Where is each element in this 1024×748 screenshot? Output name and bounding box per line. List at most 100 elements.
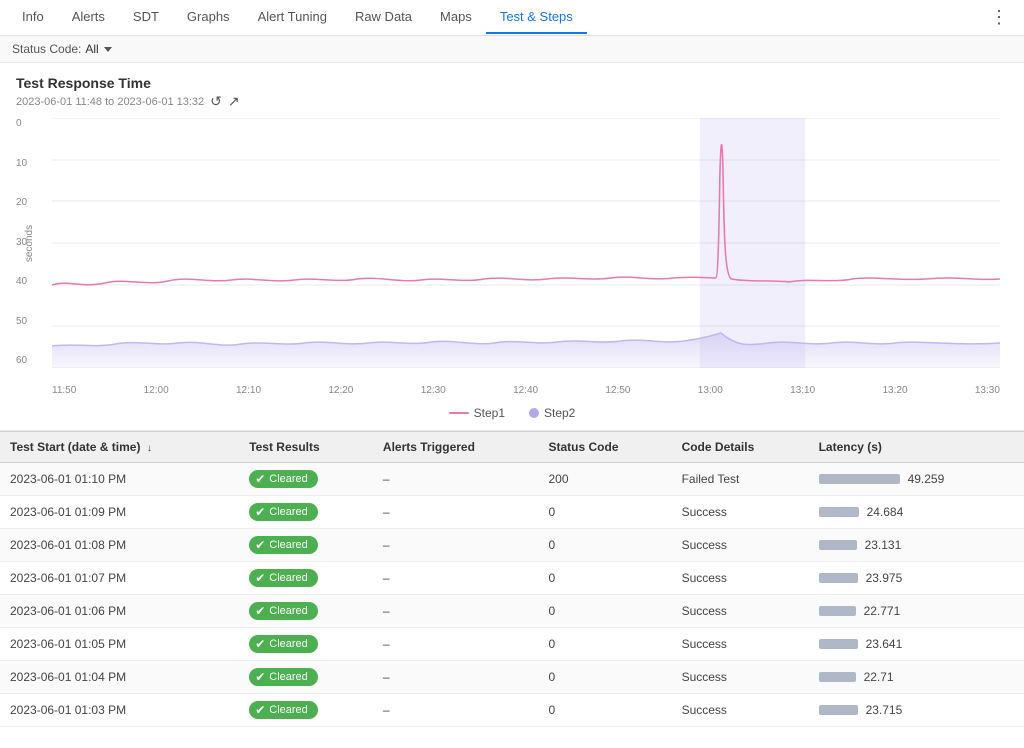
table-row[interactable]: 2023-06-01 01:10 PM ✔ Cleared – 200 Fail… xyxy=(0,463,1024,496)
cell-result: ✔ Cleared xyxy=(239,562,373,595)
tab-raw-data[interactable]: Raw Data xyxy=(341,1,426,34)
cleared-badge: ✔ Cleared xyxy=(249,470,318,488)
cell-time: 2023-06-01 01:07 PM xyxy=(0,562,239,595)
table-row[interactable]: 2023-06-01 01:04 PM ✔ Cleared – 0 Succes… xyxy=(0,661,1024,694)
expand-icon[interactable]: ↗ xyxy=(228,93,240,110)
cell-status-code: 0 xyxy=(539,496,672,529)
cell-alerts: – xyxy=(373,595,539,628)
table-section: Test Start (date & time) ↓ Test Results … xyxy=(0,431,1024,727)
status-code-filter[interactable]: All xyxy=(85,42,111,56)
cell-alerts: – xyxy=(373,562,539,595)
check-icon: ✔ xyxy=(255,703,265,717)
results-table: Test Start (date & time) ↓ Test Results … xyxy=(0,431,1024,727)
nav-tabs: Info Alerts SDT Graphs Alert Tuning Raw … xyxy=(0,0,1024,36)
table-row[interactable]: 2023-06-01 01:05 PM ✔ Cleared – 0 Succes… xyxy=(0,628,1024,661)
latency-value: 23.641 xyxy=(866,637,903,651)
cell-code-details: Failed Test xyxy=(672,463,809,496)
cell-code-details: Success xyxy=(672,694,809,727)
col-status-code: Status Code xyxy=(539,432,672,463)
legend-step2: Step2 xyxy=(529,406,575,420)
tab-info[interactable]: Info xyxy=(8,1,58,34)
cell-latency: 23.975 xyxy=(809,562,1024,595)
cell-code-details: Success xyxy=(672,628,809,661)
tab-alerts[interactable]: Alerts xyxy=(58,1,119,34)
table-row[interactable]: 2023-06-01 01:07 PM ✔ Cleared – 0 Succes… xyxy=(0,562,1024,595)
cell-result: ✔ Cleared xyxy=(239,529,373,562)
cell-time: 2023-06-01 01:09 PM xyxy=(0,496,239,529)
cell-alerts: – xyxy=(373,463,539,496)
cleared-badge: ✔ Cleared xyxy=(249,701,318,719)
latency-bar xyxy=(819,606,856,616)
cell-code-details: Success xyxy=(672,661,809,694)
cell-result: ✔ Cleared xyxy=(239,661,373,694)
cell-status-code: 0 xyxy=(539,661,672,694)
more-menu-button[interactable]: ⋮ xyxy=(982,3,1016,32)
col-code-details: Code Details xyxy=(672,432,809,463)
cell-code-details: Success xyxy=(672,595,809,628)
chart-container: 60 50 40 30 20 10 0 seconds xyxy=(16,118,1008,398)
tab-sdt[interactable]: SDT xyxy=(119,1,173,34)
cleared-badge: ✔ Cleared xyxy=(249,569,318,587)
step2-dot-icon xyxy=(529,408,539,418)
filter-value: All xyxy=(85,42,98,56)
cell-latency: 23.641 xyxy=(809,628,1024,661)
cell-result: ✔ Cleared xyxy=(239,496,373,529)
cleared-badge: ✔ Cleared xyxy=(249,503,318,521)
check-icon: ✔ xyxy=(255,604,265,618)
cell-code-details: Success xyxy=(672,529,809,562)
cell-latency: 23.715 xyxy=(809,694,1024,727)
latency-value: 24.684 xyxy=(867,505,904,519)
chart-x-labels: 11:50 12:00 12:10 12:20 12:30 12:40 12:5… xyxy=(52,370,1000,398)
check-icon: ✔ xyxy=(255,571,265,585)
cell-time: 2023-06-01 01:08 PM xyxy=(0,529,239,562)
cleared-badge: ✔ Cleared xyxy=(249,635,318,653)
chart-section: Test Response Time 2023-06-01 11:48 to 2… xyxy=(0,63,1024,431)
check-icon: ✔ xyxy=(255,670,265,684)
latency-bar xyxy=(819,705,858,715)
cell-latency: 49.259 xyxy=(809,463,1024,496)
cell-code-details: Success xyxy=(672,496,809,529)
cell-alerts: – xyxy=(373,496,539,529)
table-row[interactable]: 2023-06-01 01:09 PM ✔ Cleared – 0 Succes… xyxy=(0,496,1024,529)
cell-alerts: – xyxy=(373,661,539,694)
cleared-badge: ✔ Cleared xyxy=(249,602,318,620)
latency-value: 22.771 xyxy=(864,604,901,618)
col-alerts: Alerts Triggered xyxy=(373,432,539,463)
chevron-down-icon xyxy=(104,47,112,52)
latency-value: 23.715 xyxy=(866,703,903,717)
tab-test-steps[interactable]: Test & Steps xyxy=(486,1,587,34)
cell-latency: 23.131 xyxy=(809,529,1024,562)
tab-graphs[interactable]: Graphs xyxy=(173,1,244,34)
table-row[interactable]: 2023-06-01 01:03 PM ✔ Cleared – 0 Succes… xyxy=(0,694,1024,727)
latency-value: 23.975 xyxy=(866,571,903,585)
cell-alerts: – xyxy=(373,529,539,562)
latency-bar xyxy=(819,573,858,583)
table-row[interactable]: 2023-06-01 01:08 PM ✔ Cleared – 0 Succes… xyxy=(0,529,1024,562)
cell-status-code: 0 xyxy=(539,595,672,628)
cell-result: ✔ Cleared xyxy=(239,628,373,661)
y-axis-label: seconds xyxy=(25,224,36,261)
tab-maps[interactable]: Maps xyxy=(426,1,486,34)
legend-step1-label: Step1 xyxy=(474,406,505,420)
cell-status-code: 200 xyxy=(539,463,672,496)
col-test-results: Test Results xyxy=(239,432,373,463)
chart-subtitle: 2023-06-01 11:48 to 2023-06-01 13:32 ↺ ↗ xyxy=(16,93,1008,110)
legend-step1: Step1 xyxy=(449,406,505,420)
cleared-badge: ✔ Cleared xyxy=(249,668,318,686)
cell-alerts: – xyxy=(373,628,539,661)
col-test-start[interactable]: Test Start (date & time) ↓ xyxy=(0,432,239,463)
check-icon: ✔ xyxy=(255,472,265,486)
cell-time: 2023-06-01 01:10 PM xyxy=(0,463,239,496)
chart-title: Test Response Time xyxy=(16,75,1008,91)
cell-time: 2023-06-01 01:03 PM xyxy=(0,694,239,727)
refresh-icon[interactable]: ↺ xyxy=(210,93,222,110)
cell-result: ✔ Cleared xyxy=(239,463,373,496)
cell-time: 2023-06-01 01:04 PM xyxy=(0,661,239,694)
tab-alert-tuning[interactable]: Alert Tuning xyxy=(244,1,341,34)
cell-result: ✔ Cleared xyxy=(239,694,373,727)
cell-status-code: 0 xyxy=(539,628,672,661)
cell-alerts: – xyxy=(373,694,539,727)
check-icon: ✔ xyxy=(255,505,265,519)
table-row[interactable]: 2023-06-01 01:06 PM ✔ Cleared – 0 Succes… xyxy=(0,595,1024,628)
cleared-badge: ✔ Cleared xyxy=(249,536,318,554)
